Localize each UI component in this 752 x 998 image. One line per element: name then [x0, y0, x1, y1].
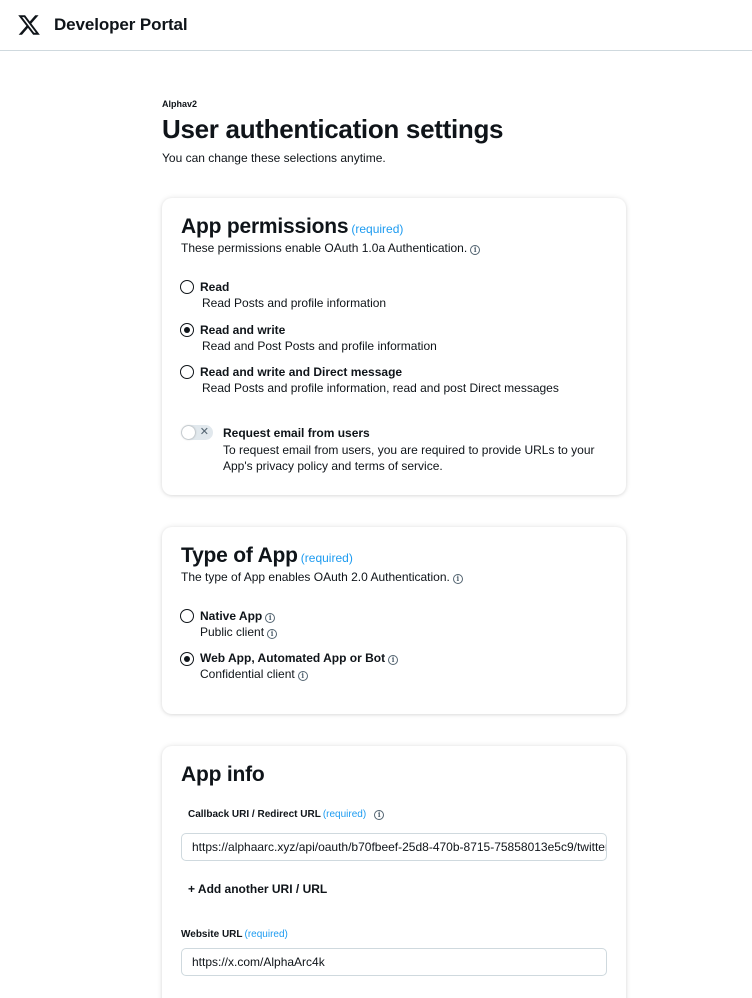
- radio-read-write[interactable]: [180, 323, 194, 337]
- brand-title[interactable]: Developer Portal: [54, 15, 188, 35]
- breadcrumb: Alphav2: [162, 99, 198, 109]
- callback-url-input[interactable]: https://alphaarc.xyz/api/oauth/b70fbeef-…: [181, 833, 607, 861]
- option-web-app-description: Confidential client i: [200, 667, 308, 681]
- add-another-uri-button[interactable]: + Add another URI / URL: [188, 882, 327, 896]
- required-tag: (required): [300, 551, 353, 565]
- radio-read[interactable]: [180, 280, 194, 294]
- close-icon: ✕: [199, 426, 209, 438]
- app-info-card: App info Callback URI / Redirect URL (req…: [162, 746, 626, 998]
- radio-read-write-dm[interactable]: [180, 365, 194, 379]
- option-read-write-description: Read and Post Posts and profile informat…: [202, 339, 437, 353]
- option-read-write-label[interactable]: Read and write: [200, 323, 285, 337]
- info-icon[interactable]: i: [374, 810, 385, 820]
- option-native-app-description: Public client i: [200, 625, 278, 639]
- type-of-app-card: Type of App (required) The type of App en…: [162, 527, 626, 714]
- info-icon[interactable]: i: [388, 655, 399, 665]
- option-read-write-dm-description: Read Posts and profile information, read…: [202, 381, 559, 395]
- info-icon[interactable]: i: [265, 613, 276, 623]
- option-read-write-dm-label[interactable]: Read and write and Direct message: [200, 365, 402, 379]
- app-permissions-description: These permissions enable OAuth 1.0a Auth…: [181, 241, 481, 255]
- radio-native-app[interactable]: [180, 609, 194, 623]
- app-info-title: App info: [181, 763, 265, 786]
- option-read-description: Read Posts and profile information: [202, 296, 387, 310]
- toggle-knob: [182, 426, 195, 439]
- required-tag: (required): [322, 809, 367, 820]
- app-permissions-title: App permissions (required): [181, 215, 404, 238]
- website-url-input[interactable]: https://x.com/AlphaArc4k: [181, 948, 607, 976]
- page-subtitle: You can change these selections anytime.: [162, 151, 386, 165]
- required-tag: (required): [351, 222, 404, 236]
- type-of-app-description: The type of App enables OAuth 2.0 Authen…: [181, 570, 463, 584]
- app-permissions-card: App permissions (required) These permissi…: [162, 198, 626, 495]
- x-logo-icon[interactable]: [17, 13, 41, 37]
- request-email-toggle[interactable]: ✕: [181, 425, 213, 440]
- website-url-label: Website URL (required): [181, 929, 288, 940]
- option-web-app-label[interactable]: Web App, Automated App or Bot i: [200, 651, 399, 665]
- top-bar: Developer Portal: [0, 0, 752, 51]
- radio-web-app[interactable]: [180, 652, 194, 666]
- required-tag: (required): [244, 929, 288, 940]
- info-icon[interactable]: i: [297, 671, 308, 681]
- info-icon[interactable]: i: [452, 574, 463, 584]
- type-of-app-title: Type of App (required): [181, 544, 353, 567]
- request-email-label: Request email from users: [223, 426, 370, 440]
- info-icon[interactable]: i: [470, 245, 481, 255]
- request-email-description: To request email from users, you are req…: [223, 443, 595, 473]
- option-native-app-label[interactable]: Native App i: [200, 609, 276, 623]
- callback-url-label: Callback URI / Redirect URL (required) i: [188, 809, 385, 820]
- info-icon[interactable]: i: [267, 629, 278, 639]
- page-title: User authentication settings: [162, 114, 504, 144]
- option-read-label[interactable]: Read: [200, 280, 229, 294]
